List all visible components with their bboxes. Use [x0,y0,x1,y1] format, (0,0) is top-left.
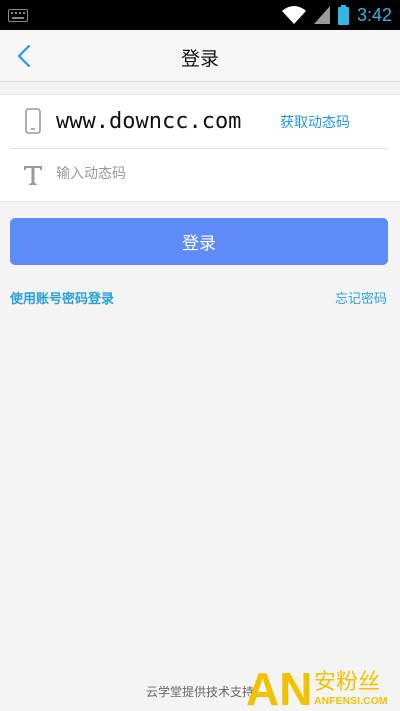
watermark-logo-letters: AN [246,663,312,709]
account-password-login-link[interactable]: 使用账号密码登录 [10,288,114,307]
anfensi-watermark-logo: AN 安粉丝 ANFENSI.COM [246,663,388,709]
login-form: 获取动态码 [0,94,400,202]
phone-input[interactable] [56,104,278,138]
get-code-button[interactable]: 获取动态码 [280,112,350,132]
login-button[interactable]: 登录 [10,218,388,265]
watermark-brand-text: 安粉丝 [314,670,380,695]
keyboard-icon [8,9,28,22]
code-row [0,149,400,202]
mobile-phone-icon [25,108,41,134]
forgot-password-link[interactable]: 忘记密码 [335,288,387,307]
signal-icon [313,6,330,24]
phone-row: 获取动态码 [0,95,400,148]
wifi-icon [281,6,306,24]
page-title: 登录 [180,48,219,70]
status-time: 3:42 [356,4,392,25]
nav-bar: 登录 [0,30,400,82]
battery-icon [337,5,349,25]
watermark-site-text: ANFENSI.COM [314,695,388,707]
text-t-icon [24,166,42,185]
status-bar: 3:42 [0,0,400,30]
code-input[interactable] [56,159,356,189]
